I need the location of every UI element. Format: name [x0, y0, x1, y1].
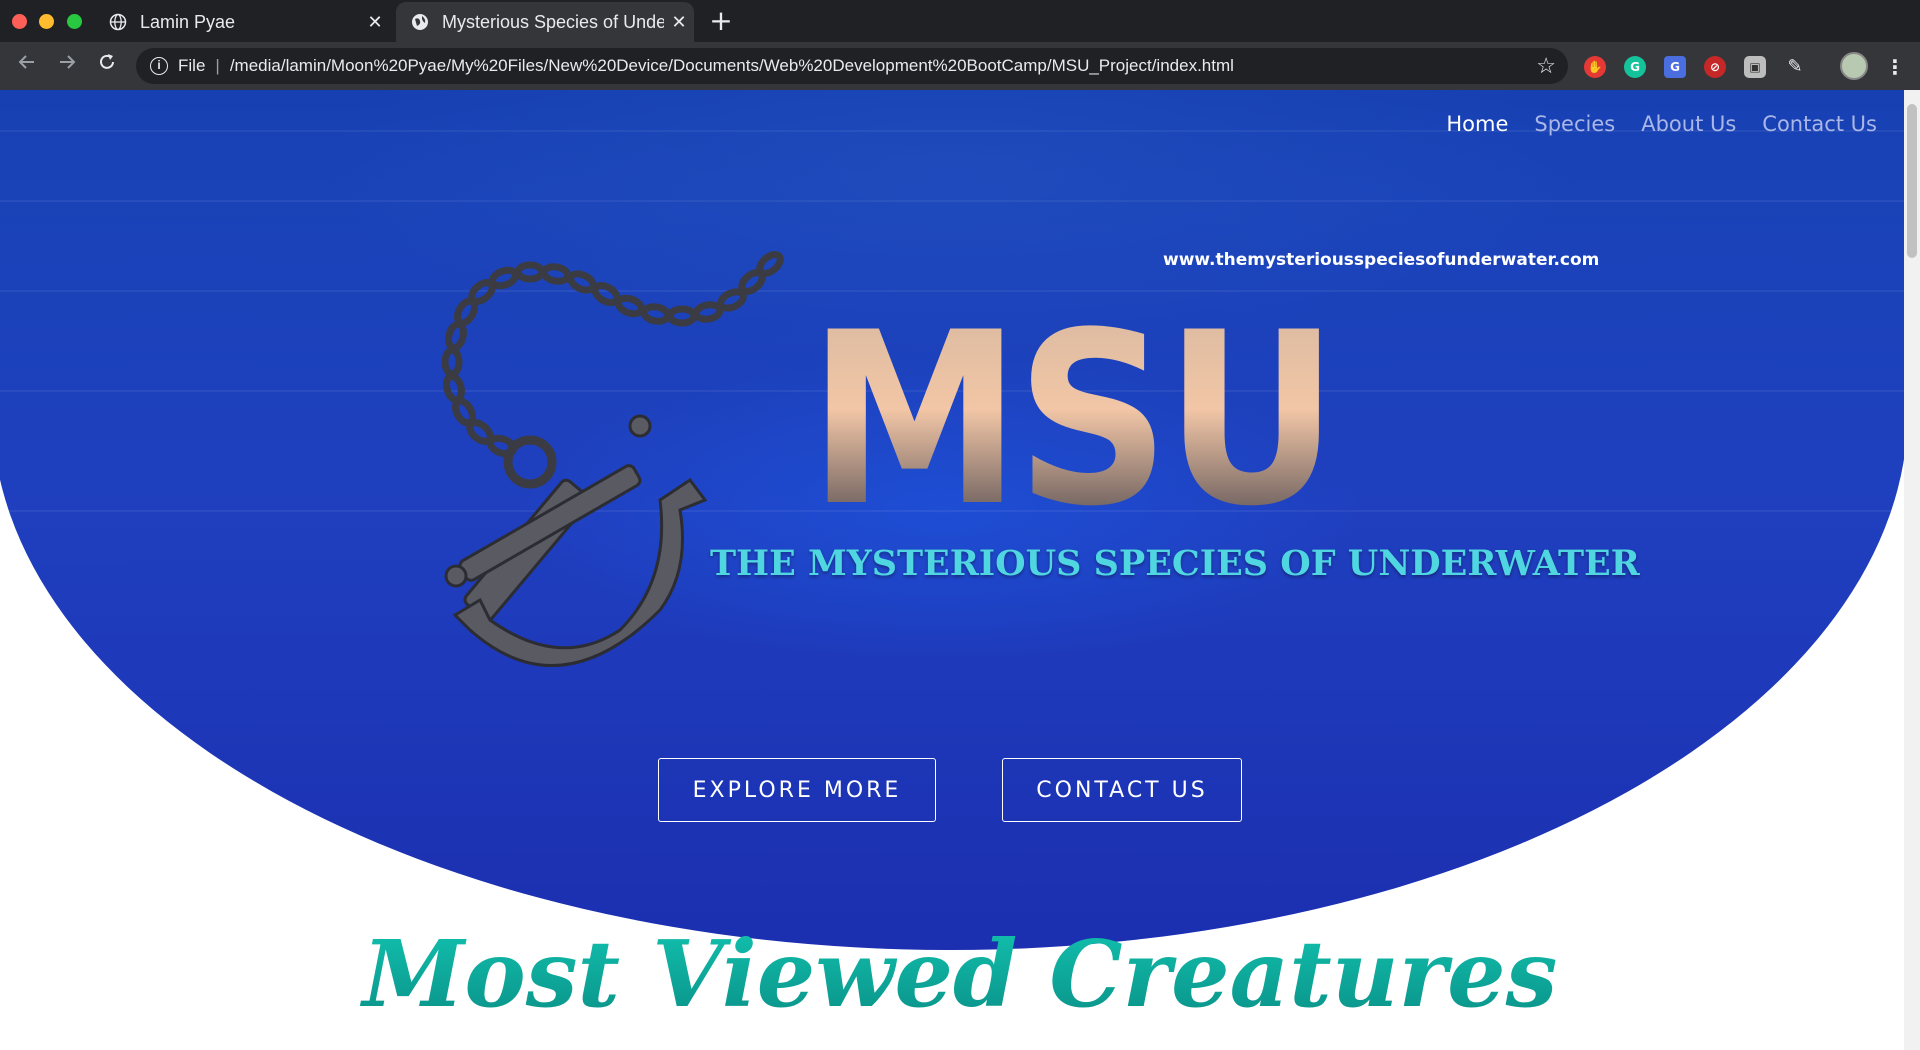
explore-more-button[interactable]: EXPLORE MORE — [658, 758, 936, 822]
extension-camera-icon[interactable]: ▣ — [1744, 56, 1766, 78]
extension-grammarly-icon[interactable]: G — [1624, 56, 1646, 78]
bookmark-star-icon[interactable]: ☆ — [1536, 53, 1556, 79]
browser-tab-msu[interactable]: Mysterious Species of Underwater ✕ — [396, 2, 694, 42]
tab-title: Lamin Pyae — [140, 11, 236, 32]
hero-tagline: THE MYSTERIOUS SPECIES OF UNDERWATER — [710, 543, 1640, 584]
address-scheme-label: File — [178, 56, 206, 75]
browser-toolbar: i File | /media/lamin/Moon%20Pyae/My%20F… — [0, 42, 1920, 90]
extension-stop-icon[interactable]: ✋ — [1584, 56, 1606, 78]
window-close-button[interactable] — [12, 14, 27, 29]
browser-tab-lamin-pyae[interactable]: Lamin Pyae ✕ — [94, 2, 390, 42]
address-bar[interactable]: i File | /media/lamin/Moon%20Pyae/My%20F… — [136, 48, 1568, 84]
tab-close-icon[interactable]: ✕ — [360, 12, 390, 33]
anchor-chain-icon — [441, 251, 784, 668]
browser-menu-icon[interactable]: ⋮ — [1884, 56, 1906, 78]
page-scrollbar[interactable] — [1904, 90, 1920, 1050]
scrollbar-thumb[interactable] — [1907, 104, 1917, 258]
globe-icon — [410, 12, 430, 32]
browser-tab-bar: Lamin Pyae ✕ Mysterious Species of Under… — [0, 0, 1920, 42]
nav-item-contact-us[interactable]: Contact Us — [1749, 112, 1890, 136]
address-url[interactable]: /media/lamin/Moon%20Pyae/My%20Files/New%… — [230, 56, 1234, 76]
back-arrow-icon[interactable] — [12, 51, 42, 81]
window-minimize-button[interactable] — [39, 14, 54, 29]
contact-us-button[interactable]: CONTACT US — [1002, 758, 1242, 822]
extension-block-icon[interactable]: ⊘ — [1704, 56, 1726, 78]
forward-arrow-icon[interactable] — [52, 51, 82, 81]
tab-close-icon[interactable]: ✕ — [664, 12, 694, 33]
main-navigation: Home Species About Us Contact Us — [1433, 112, 1890, 136]
site-info-icon[interactable]: i — [150, 57, 168, 75]
extension-translate-icon[interactable]: G — [1664, 56, 1686, 78]
globe-icon — [108, 12, 128, 32]
tab-title: Mysterious Species of Underwater — [442, 11, 664, 32]
msu-logo-text: MSU — [808, 282, 1339, 559]
nav-item-about-us[interactable]: About Us — [1628, 112, 1749, 136]
site-url-text: www.themysteriousspeciesofunderwater.com — [1163, 250, 1600, 270]
section-title: Most Viewed Creatures — [0, 920, 1920, 1028]
address-separator: | — [215, 56, 220, 75]
extension-puzzle-icon[interactable]: ✎ — [1784, 56, 1806, 78]
new-tab-button[interactable]: + — [706, 6, 736, 36]
page-viewport: Home Species About Us Contact Us www.the… — [0, 90, 1920, 1050]
reload-icon[interactable] — [92, 51, 122, 81]
window-maximize-button[interactable] — [67, 14, 82, 29]
profile-avatar[interactable] — [1840, 52, 1868, 80]
nav-item-home[interactable]: Home — [1433, 112, 1521, 136]
nav-item-species[interactable]: Species — [1521, 112, 1628, 136]
